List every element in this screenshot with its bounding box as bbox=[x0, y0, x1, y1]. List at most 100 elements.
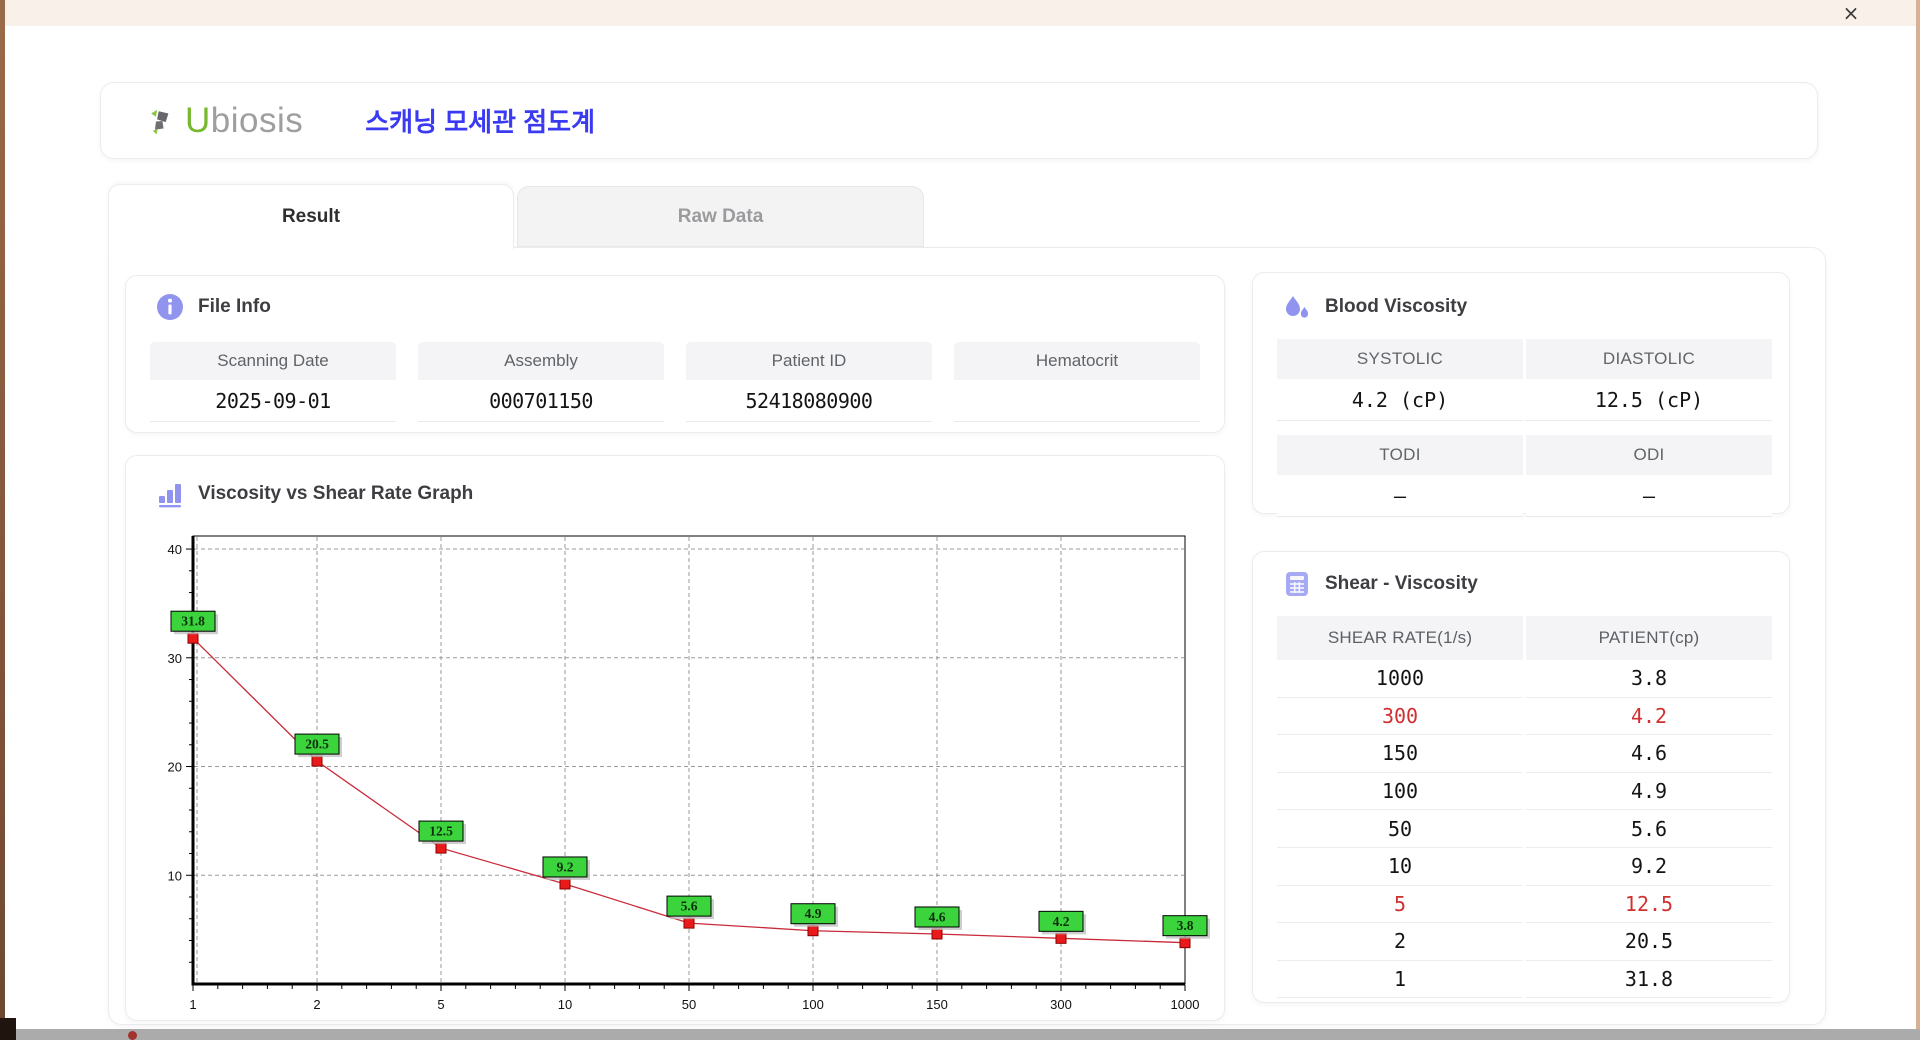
shear-rate-cell: 2 bbox=[1277, 923, 1523, 961]
x-tick-label: 10 bbox=[558, 997, 572, 1012]
x-tick-label: 300 bbox=[1050, 997, 1072, 1012]
y-tick-label: 10 bbox=[168, 868, 182, 883]
blood-viscosity-title-text: Blood Viscosity bbox=[1325, 296, 1468, 317]
patient-value-cell: 9.2 bbox=[1526, 847, 1772, 886]
patient-value-cell: 3.8 bbox=[1526, 660, 1772, 698]
bv-label: SYSTOLIC bbox=[1277, 339, 1523, 379]
bv-value: – bbox=[1277, 475, 1523, 517]
window-corner bbox=[0, 1018, 16, 1040]
bv-value: 4.2 (cP) bbox=[1277, 379, 1523, 421]
bv-label: DIASTOLIC bbox=[1526, 339, 1772, 379]
bv-value: 12.5 (cP) bbox=[1526, 379, 1772, 421]
data-label-text: 4.2 bbox=[1053, 914, 1070, 929]
field-value bbox=[954, 380, 1200, 422]
shear-viscosity-title-text: Shear - Viscosity bbox=[1325, 573, 1478, 594]
patient-col-header: PATIENT(cp) bbox=[1526, 616, 1772, 660]
data-label-text: 20.5 bbox=[305, 737, 329, 752]
bv-value: – bbox=[1526, 475, 1772, 517]
shear-rate-cell: 5 bbox=[1277, 885, 1523, 924]
patient-value-cell: 4.9 bbox=[1526, 772, 1772, 811]
shear-viscosity-card: Shear - Viscosity SHEAR RATE(1/s) PATIEN… bbox=[1252, 551, 1790, 1003]
file-info-title-text: File Info bbox=[198, 296, 271, 317]
app-window: × Ubiosis 스캐닝 모세관 점도계 Raw Data Result Fi… bbox=[0, 0, 1920, 1040]
file-info-field: Assembly 000701150 bbox=[418, 342, 664, 422]
bv-label: TODI bbox=[1277, 435, 1523, 475]
window-border-left bbox=[0, 0, 5, 1040]
brand-logo: Ubiosis bbox=[149, 101, 303, 141]
x-tick-label: 50 bbox=[682, 997, 696, 1012]
patient-value-cell: 4.2 bbox=[1526, 697, 1772, 736]
file-info-field: Scanning Date 2025-09-01 bbox=[150, 342, 396, 422]
page-title: 스캐닝 모세관 점도계 bbox=[365, 107, 595, 137]
y-tick-label: 20 bbox=[168, 760, 182, 775]
patient-value-cell: 20.5 bbox=[1526, 923, 1772, 961]
x-tick-label: 1000 bbox=[1171, 997, 1200, 1012]
field-value: 000701150 bbox=[418, 380, 664, 422]
shear-rate-cell: 300 bbox=[1277, 697, 1523, 736]
patient-value-cell: 12.5 bbox=[1526, 885, 1772, 924]
data-marker bbox=[435, 842, 447, 854]
taskbar-strip bbox=[0, 1029, 1920, 1040]
patient-value-cell: 5.6 bbox=[1526, 810, 1772, 848]
x-tick-label: 150 bbox=[926, 997, 948, 1012]
data-label-text: 3.8 bbox=[1177, 918, 1194, 933]
patient-value-cell: 31.8 bbox=[1526, 960, 1772, 999]
viscosity-chart: 10 20 30 40 1 2 5 10 50 100 150 300 1000 31.8 20.5 12.5… bbox=[168, 535, 1210, 1012]
title-bar bbox=[0, 0, 1920, 26]
field-value: 52418080900 bbox=[686, 380, 932, 422]
bv-label: ODI bbox=[1526, 435, 1772, 475]
x-tick-label: 100 bbox=[802, 997, 824, 1012]
file-info-fields: Scanning Date 2025-09-01 Assembly 000701150… bbox=[150, 342, 1200, 422]
data-label-text: 31.8 bbox=[181, 614, 205, 629]
blood-viscosity-title: Blood Viscosity bbox=[1283, 293, 1467, 321]
data-label-text: 12.5 bbox=[429, 824, 453, 839]
x-tick-label: 1 bbox=[189, 997, 196, 1012]
graph-title: Viscosity vs Shear Rate Graph bbox=[156, 480, 473, 508]
patient-value-cell: 4.6 bbox=[1526, 735, 1772, 773]
data-marker bbox=[559, 878, 571, 890]
taskbar-dot bbox=[128, 1031, 137, 1040]
data-marker bbox=[1179, 937, 1191, 949]
file-info-field: Patient ID 52418080900 bbox=[686, 342, 932, 422]
close-icon[interactable]: × bbox=[1836, 0, 1866, 26]
field-label: Scanning Date bbox=[150, 342, 396, 380]
data-marker bbox=[931, 928, 943, 940]
data-label-text: 9.2 bbox=[557, 859, 574, 874]
x-tick-label: 5 bbox=[437, 997, 444, 1012]
shear-rate-cell: 100 bbox=[1277, 772, 1523, 811]
shear-rate-cell: 1000 bbox=[1277, 660, 1523, 698]
file-info-card: File Info Scanning Date 2025-09-01 Assembl… bbox=[125, 275, 1225, 433]
bar-chart-icon bbox=[159, 484, 181, 508]
window-border-right bbox=[1916, 0, 1920, 1040]
bv-row-todi-odi: TODI ODI – – bbox=[1277, 435, 1772, 517]
info-icon bbox=[157, 294, 183, 320]
graph-title-text: Viscosity vs Shear Rate Graph bbox=[198, 483, 474, 504]
shear-rate-cell: 50 bbox=[1277, 810, 1523, 848]
blood-drop-icon bbox=[1286, 296, 1309, 318]
y-tick-label: 40 bbox=[168, 542, 182, 557]
shear-rate-cell: 10 bbox=[1277, 847, 1523, 886]
x-tick-label: 2 bbox=[313, 997, 320, 1012]
file-info-field: Hematocrit bbox=[954, 342, 1200, 422]
brand-rest: biosis bbox=[210, 100, 304, 140]
shear-viscosity-table: SHEAR RATE(1/s) PATIENT(cp) 1000 3.8 300 4.… bbox=[1277, 616, 1772, 999]
shear-col-header: SHEAR RATE(1/s) bbox=[1277, 616, 1523, 660]
field-label: Patient ID bbox=[686, 342, 932, 380]
field-label: Hematocrit bbox=[954, 342, 1200, 380]
ubiosis-leaf-icon bbox=[151, 109, 169, 134]
data-marker bbox=[187, 632, 199, 644]
blood-viscosity-card: Blood Viscosity SYSTOLIC DIASTOLIC 4.2 (cP… bbox=[1252, 272, 1790, 517]
shear-rate-cell: 1 bbox=[1277, 960, 1523, 999]
data-marker bbox=[1055, 932, 1067, 944]
tab-result[interactable]: Result bbox=[108, 184, 514, 249]
graph-card: Viscosity vs Shear Rate Graph 10 20 30 40 1 2… bbox=[125, 455, 1225, 1021]
data-marker bbox=[311, 755, 323, 767]
tab-raw-data[interactable]: Raw Data bbox=[517, 186, 924, 247]
field-label: Assembly bbox=[418, 342, 664, 380]
brand-u: U bbox=[185, 100, 211, 140]
data-label-text: 5.6 bbox=[681, 899, 698, 914]
data-label-text: 4.9 bbox=[805, 906, 822, 921]
data-marker bbox=[807, 925, 819, 937]
bv-row-systolic-diastolic: SYSTOLIC DIASTOLIC 4.2 (cP) 12.5 (cP) bbox=[1277, 339, 1772, 421]
data-label-text: 4.6 bbox=[929, 909, 946, 924]
